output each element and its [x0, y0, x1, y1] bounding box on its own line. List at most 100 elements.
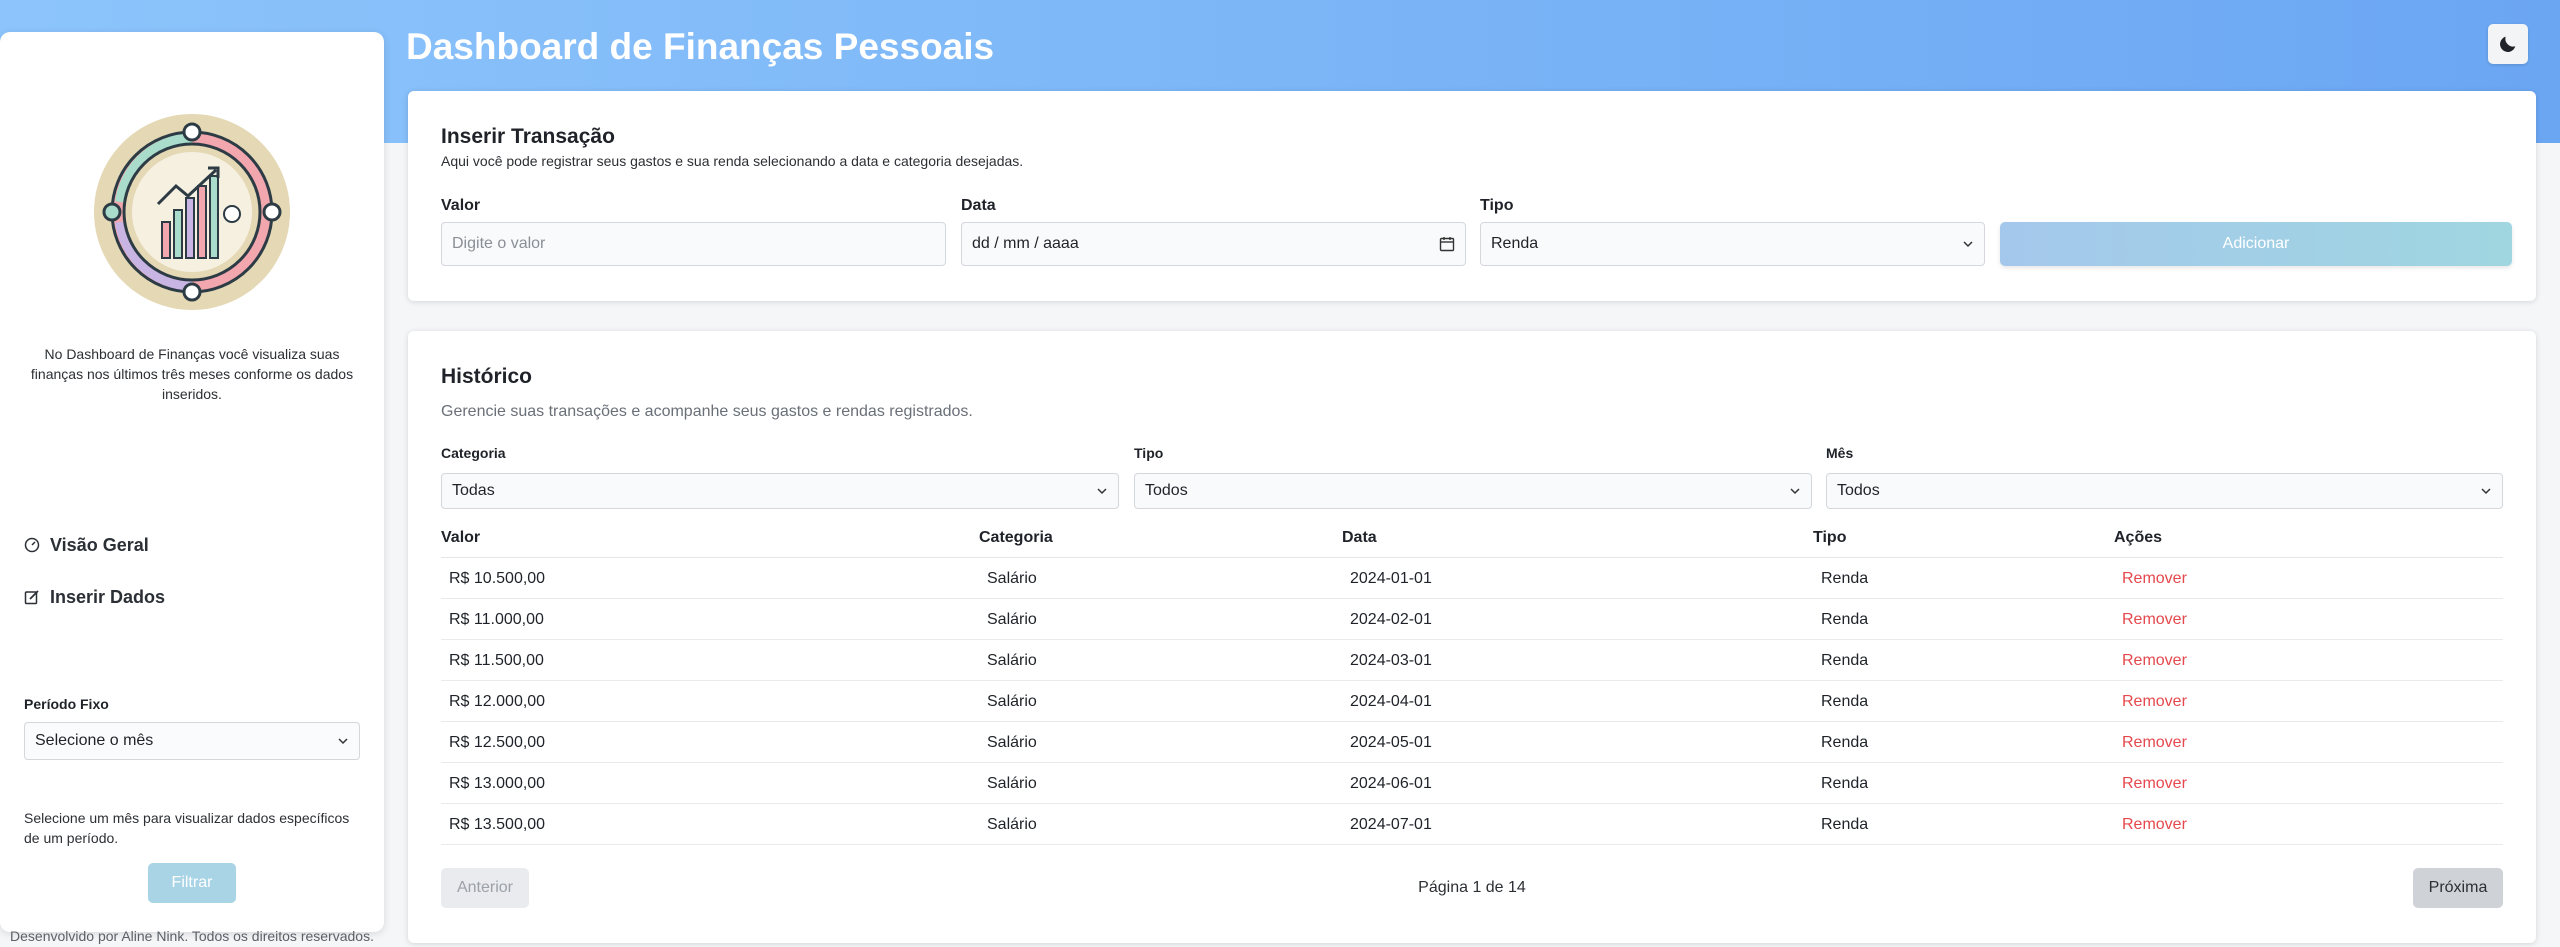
valor-placeholder: Digite o valor [452, 235, 546, 252]
footer-credits: Desenvolvido por Aline Nink. Todos os di… [10, 928, 374, 944]
column-header-acoes: Ações [2114, 528, 2163, 546]
data-label: Data [961, 197, 996, 214]
cell-valor: R$ 11.500,00 [449, 651, 544, 669]
table-row: R$ 13.500,00 Salário 2024-07-01 Renda Re… [441, 804, 2503, 845]
cell-data: 2024-04-01 [1350, 692, 1432, 710]
tipo-filter-label: Tipo [1134, 445, 1164, 461]
page-title: Dashboard de Finanças Pessoais [406, 26, 995, 67]
table-row: R$ 11.000,00 Salário 2024-02-01 Renda Re… [441, 599, 2503, 640]
tipo-filter-select[interactable]: Todos [1134, 473, 1812, 509]
period-select[interactable]: Selecione o mês [24, 722, 360, 760]
table-row: R$ 10.500,00 Salário 2024-01-01 Renda Re… [441, 558, 2503, 599]
insert-transaction-card: Inserir Transação Aqui você pode registr… [408, 91, 2536, 301]
cell-tipo: Renda [1821, 610, 1869, 628]
sidebar-item-inserir-dados[interactable]: Inserir Dados [24, 584, 165, 610]
previous-page-button[interactable]: Anterior [441, 868, 529, 908]
cell-data: 2024-01-01 [1350, 569, 1432, 587]
finance-logo [94, 114, 290, 310]
table-row: R$ 13.000,00 Salário 2024-06-01 Renda Re… [441, 763, 2503, 804]
sidebar-item-visao-geral[interactable]: Visão Geral [24, 532, 149, 558]
sidebar-item-label: Inserir Dados [50, 586, 166, 607]
mes-filter-select[interactable]: Todos [1826, 473, 2503, 509]
cell-data: 2024-02-01 [1350, 610, 1432, 628]
sidebar: No Dashboard de Finanças você visualiza … [0, 32, 384, 944]
cell-categoria: Salário [987, 733, 1037, 751]
chevron-down-icon [1097, 488, 1107, 495]
insert-subtitle: Aqui você pode registrar seus gastos e s… [441, 153, 1024, 169]
cell-valor: R$ 10.500,00 [449, 569, 546, 587]
pagination: Página 1 de 14 Anterior Próxima [441, 868, 2503, 908]
cell-valor: R$ 13.500,00 [449, 815, 546, 833]
cell-tipo: Renda [1821, 815, 1869, 833]
sidebar-item-label: Visão Geral [50, 534, 149, 555]
history-table: Valor Categoria Data Tipo Ações R$ 10.50… [441, 517, 2503, 845]
remove-button[interactable]: Remover [2114, 681, 2187, 722]
cell-data: 2024-05-01 [1350, 733, 1432, 751]
cell-valor: R$ 11.000,00 [449, 610, 544, 628]
column-header-valor: Valor [441, 528, 481, 546]
remove-button[interactable]: Remover [2114, 558, 2187, 599]
history-subtitle: Gerencie suas transações e acompanhe seu… [441, 403, 973, 420]
filter-button[interactable]: Filtrar [148, 863, 236, 903]
chevron-down-icon [1963, 241, 1973, 248]
page-info: Página 1 de 14 [1418, 879, 1526, 896]
period-label: Período Fixo [24, 696, 109, 712]
column-header-data: Data [1342, 528, 1377, 546]
remove-button[interactable]: Remover [2114, 640, 2187, 681]
theme-toggle-button[interactable] [2488, 24, 2528, 64]
table-header: Valor Categoria Data Tipo Ações [441, 517, 2503, 558]
cell-categoria: Salário [987, 651, 1037, 669]
cell-categoria: Salário [987, 569, 1037, 587]
sidebar-description: No Dashboard de Finanças você visualiza … [30, 346, 354, 402]
cell-valor: R$ 12.000,00 [449, 692, 546, 710]
cell-tipo: Renda [1821, 569, 1869, 587]
table-row: R$ 11.500,00 Salário 2024-03-01 Renda Re… [441, 640, 2503, 681]
mes-filter-value: Todos [1837, 482, 1880, 499]
column-header-categoria: Categoria [979, 528, 1053, 546]
mes-filter-label: Mês [1826, 445, 1854, 461]
history-title: Histórico [441, 365, 533, 388]
remove-button[interactable]: Remover [2114, 722, 2187, 763]
cell-tipo: Renda [1821, 774, 1869, 792]
remove-button[interactable]: Remover [2114, 763, 2187, 804]
period-select-value: Selecione o mês [35, 732, 154, 749]
calendar-icon[interactable] [1439, 236, 1455, 252]
valor-input[interactable]: Digite o valor [441, 222, 946, 266]
gauge-icon [24, 537, 40, 553]
table-row: R$ 12.000,00 Salário 2024-04-01 Renda Re… [441, 681, 2503, 722]
tipo-select-value: Renda [1491, 235, 1539, 252]
chevron-down-icon [338, 738, 348, 745]
cell-tipo: Renda [1821, 651, 1869, 669]
chevron-down-icon [2481, 488, 2491, 495]
date-input[interactable]: dd / mm / aaaa [961, 222, 1466, 266]
tipo-select[interactable]: Renda [1480, 222, 1985, 266]
cell-tipo: Renda [1821, 733, 1869, 751]
table-row: R$ 12.500,00 Salário 2024-05-01 Renda Re… [441, 722, 2503, 763]
remove-button[interactable]: Remover [2114, 804, 2187, 845]
next-page-button[interactable]: Próxima [2413, 868, 2503, 908]
categoria-filter-select[interactable]: Todas [441, 473, 1119, 509]
valor-label: Valor [441, 197, 481, 214]
cell-valor: R$ 13.000,00 [449, 774, 546, 792]
cell-categoria: Salário [987, 774, 1037, 792]
period-help-text: Selecione um mês para visualizar dados e… [24, 810, 350, 846]
add-button[interactable]: Adicionar [2000, 222, 2512, 266]
edit-icon [24, 590, 39, 605]
history-card: Histórico Gerencie suas transações e aco… [408, 331, 2536, 943]
cell-data: 2024-03-01 [1350, 651, 1432, 669]
column-header-tipo: Tipo [1813, 528, 1847, 546]
moon-icon [2500, 36, 2516, 52]
cell-categoria: Salário [987, 815, 1037, 833]
tipo-filter-value: Todos [1145, 482, 1188, 499]
cell-valor: R$ 12.500,00 [449, 733, 546, 751]
cell-categoria: Salário [987, 692, 1037, 710]
cell-tipo: Renda [1821, 692, 1869, 710]
cell-data: 2024-06-01 [1350, 774, 1432, 792]
categoria-filter-value: Todas [452, 482, 495, 499]
insert-title: Inserir Transação [441, 125, 615, 148]
categoria-filter-label: Categoria [441, 445, 506, 461]
date-placeholder: dd / mm / aaaa [972, 235, 1079, 252]
remove-button[interactable]: Remover [2114, 599, 2187, 640]
chevron-down-icon [1790, 488, 1800, 495]
tipo-label: Tipo [1480, 197, 1514, 214]
